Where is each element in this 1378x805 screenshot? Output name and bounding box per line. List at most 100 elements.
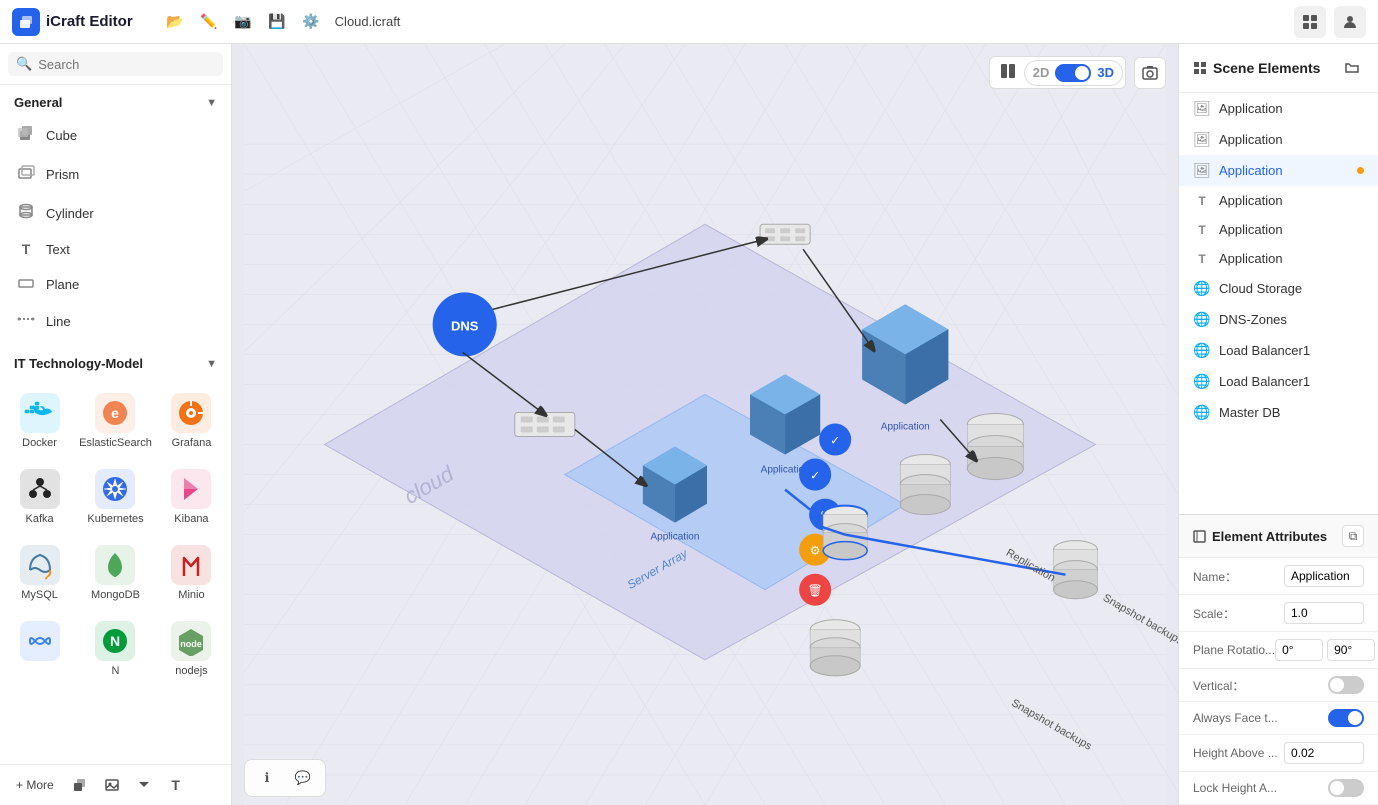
svg-text:Application: Application <box>881 422 930 433</box>
icon-cell-grafana[interactable]: Grafana <box>160 385 223 457</box>
sidebar-item-prism[interactable]: Prism <box>0 155 231 194</box>
scene-item-7-icon: 🌐 <box>1193 280 1211 297</box>
scene-item-2-icon: 🖼 <box>1193 131 1211 148</box>
scene-item-11[interactable]: 🌐 Master DB <box>1179 397 1378 428</box>
text-label: Text <box>46 242 70 257</box>
plane-icon <box>16 273 36 296</box>
router-left[interactable] <box>515 412 575 436</box>
ea-always-face-toggle[interactable] <box>1328 709 1364 727</box>
icon-cell-nodejs[interactable]: node nodejs <box>160 613 223 685</box>
image-tool-button[interactable] <box>98 771 126 799</box>
db-bottom[interactable] <box>810 620 860 676</box>
scene-item-1-label: Application <box>1219 101 1283 116</box>
sidebar-item-line[interactable]: Line <box>0 304 231 338</box>
scene-item-4[interactable]: T Application <box>1179 186 1378 215</box>
scene-item-1[interactable]: 🖼 Application <box>1179 93 1378 124</box>
scene-elements-folder-button[interactable] <box>1340 56 1364 80</box>
ea-lock-height-toggle[interactable] <box>1328 779 1364 797</box>
left-sidebar: 🔍 General ▼ Cube <box>0 44 232 805</box>
sidebar-item-cube[interactable]: Cube <box>0 116 231 155</box>
svg-text:Application: Application <box>650 532 699 543</box>
scene-item-8[interactable]: 🌐 DNS-Zones <box>1179 304 1378 335</box>
grafana-label: Grafana <box>172 437 212 449</box>
icon-cell-kubernetes[interactable]: Kubernetes <box>75 461 156 533</box>
icon-cell-elasticsearch[interactable]: e EslasticSearch <box>75 385 156 457</box>
element-attributes-panel: Element Attributes ⧉ Name： Scale： Plane … <box>1179 514 1378 805</box>
it-model-section-header[interactable]: IT Technology-Model ▼ <box>0 346 231 377</box>
db-far-right[interactable] <box>1053 541 1097 599</box>
search-input[interactable] <box>38 57 215 72</box>
prism-icon <box>16 163 36 186</box>
info-button[interactable]: ℹ <box>253 764 281 792</box>
general-section-header[interactable]: General ▼ <box>0 85 231 116</box>
sidebar-item-text[interactable]: T Text <box>0 233 231 265</box>
scene-item-9-label: Load Balancer1 <box>1219 343 1310 358</box>
scene-item-6-icon: T <box>1193 252 1211 266</box>
ea-plane-rot-input-2[interactable] <box>1327 639 1375 661</box>
comment-button[interactable]: 💬 <box>289 764 317 792</box>
canvas-screenshot-button[interactable] <box>1134 57 1166 89</box>
icon-cell-kibana[interactable]: Kibana <box>160 461 223 533</box>
more-button[interactable]: + More <box>8 774 62 796</box>
scene-item-4-label: Application <box>1219 193 1283 208</box>
icon-cell-mysql[interactable]: MySQL <box>8 537 71 609</box>
line-icon <box>16 312 36 330</box>
text-tool-button[interactable]: T <box>162 771 190 799</box>
ea-vertical-toggle-knob <box>1330 678 1344 692</box>
db-stack-1[interactable] <box>967 413 1023 479</box>
ea-lock-height-label: Lock Height A... <box>1193 781 1277 795</box>
ea-title: Element Attributes <box>1193 529 1327 544</box>
icon-cell-minio[interactable]: Minio <box>160 537 223 609</box>
ea-vertical-toggle[interactable] <box>1328 676 1364 694</box>
db-stack-2[interactable] <box>900 455 950 515</box>
mode-switch[interactable] <box>1055 64 1091 82</box>
router-top[interactable] <box>760 224 810 244</box>
svg-text:node: node <box>181 639 203 649</box>
scene-item-7[interactable]: 🌐 Cloud Storage <box>1179 273 1378 304</box>
canvas-bottom-tools: ℹ 💬 <box>244 759 326 797</box>
search-icon: 🔍 <box>16 56 32 72</box>
view-2d-button[interactable] <box>992 59 1024 86</box>
save-button[interactable]: 💾 <box>263 8 291 36</box>
ea-name-input[interactable] <box>1284 565 1364 587</box>
icon-cell-mongodb[interactable]: MongoDB <box>75 537 156 609</box>
mysql-label: MySQL <box>21 589 58 601</box>
ea-plane-rot-input-1[interactable] <box>1275 639 1323 661</box>
icon-cell-kafka[interactable]: Kafka <box>8 461 71 533</box>
profile-button[interactable] <box>1334 6 1366 38</box>
canvas-area[interactable]: 2D 3D <box>232 44 1178 805</box>
scene-item-5[interactable]: T Application <box>1179 215 1378 244</box>
ea-copy-button[interactable]: ⧉ <box>1342 525 1364 547</box>
ea-height-above-input[interactable] <box>1284 742 1364 764</box>
edit-button[interactable]: ✏️ <box>195 8 223 36</box>
scene-item-3[interactable]: 🖼 Application <box>1179 155 1378 186</box>
icon-cell-docker[interactable]: Docker <box>8 385 71 457</box>
kafka-label: Kafka <box>25 513 53 525</box>
canvas-svg[interactable]: cloud Server Array DNS <box>232 44 1178 805</box>
scene-item-10[interactable]: 🌐 Load Balancer1 <box>1179 366 1378 397</box>
cube-tool-button[interactable] <box>66 771 94 799</box>
sidebar-item-plane[interactable]: Plane <box>0 265 231 304</box>
search-input-wrap[interactable]: 🔍 <box>8 52 223 76</box>
more-dropdown-button[interactable] <box>130 771 158 799</box>
ea-scale-label: Scale： <box>1193 605 1235 622</box>
icon-cell-nginx[interactable]: N N <box>75 613 156 685</box>
sidebar-item-cylinder[interactable]: Cylinder <box>0 194 231 233</box>
minio-icon <box>171 545 211 585</box>
grid-view-button[interactable] <box>1294 6 1326 38</box>
scene-item-6-label: Application <box>1219 251 1283 266</box>
icon-cell-infinity[interactable] <box>8 613 71 685</box>
ea-lock-height-row: Lock Height A... <box>1179 772 1378 805</box>
settings-button[interactable]: ⚙️ <box>297 8 325 36</box>
ea-plane-rot-row: Plane Rotatio... <box>1179 632 1378 669</box>
ea-scale-input[interactable] <box>1284 602 1364 624</box>
open-file-button[interactable]: 📂 <box>161 8 189 36</box>
canvas-topbar: 2D 3D <box>989 56 1166 89</box>
screenshot-button[interactable]: 📷 <box>229 8 257 36</box>
grafana-icon <box>171 393 211 433</box>
scene-item-2[interactable]: 🖼 Application <box>1179 124 1378 155</box>
scene-item-6[interactable]: T Application <box>1179 244 1378 273</box>
db-connected[interactable] <box>823 506 867 560</box>
minio-label: Minio <box>178 589 204 601</box>
scene-item-9[interactable]: 🌐 Load Balancer1 <box>1179 335 1378 366</box>
